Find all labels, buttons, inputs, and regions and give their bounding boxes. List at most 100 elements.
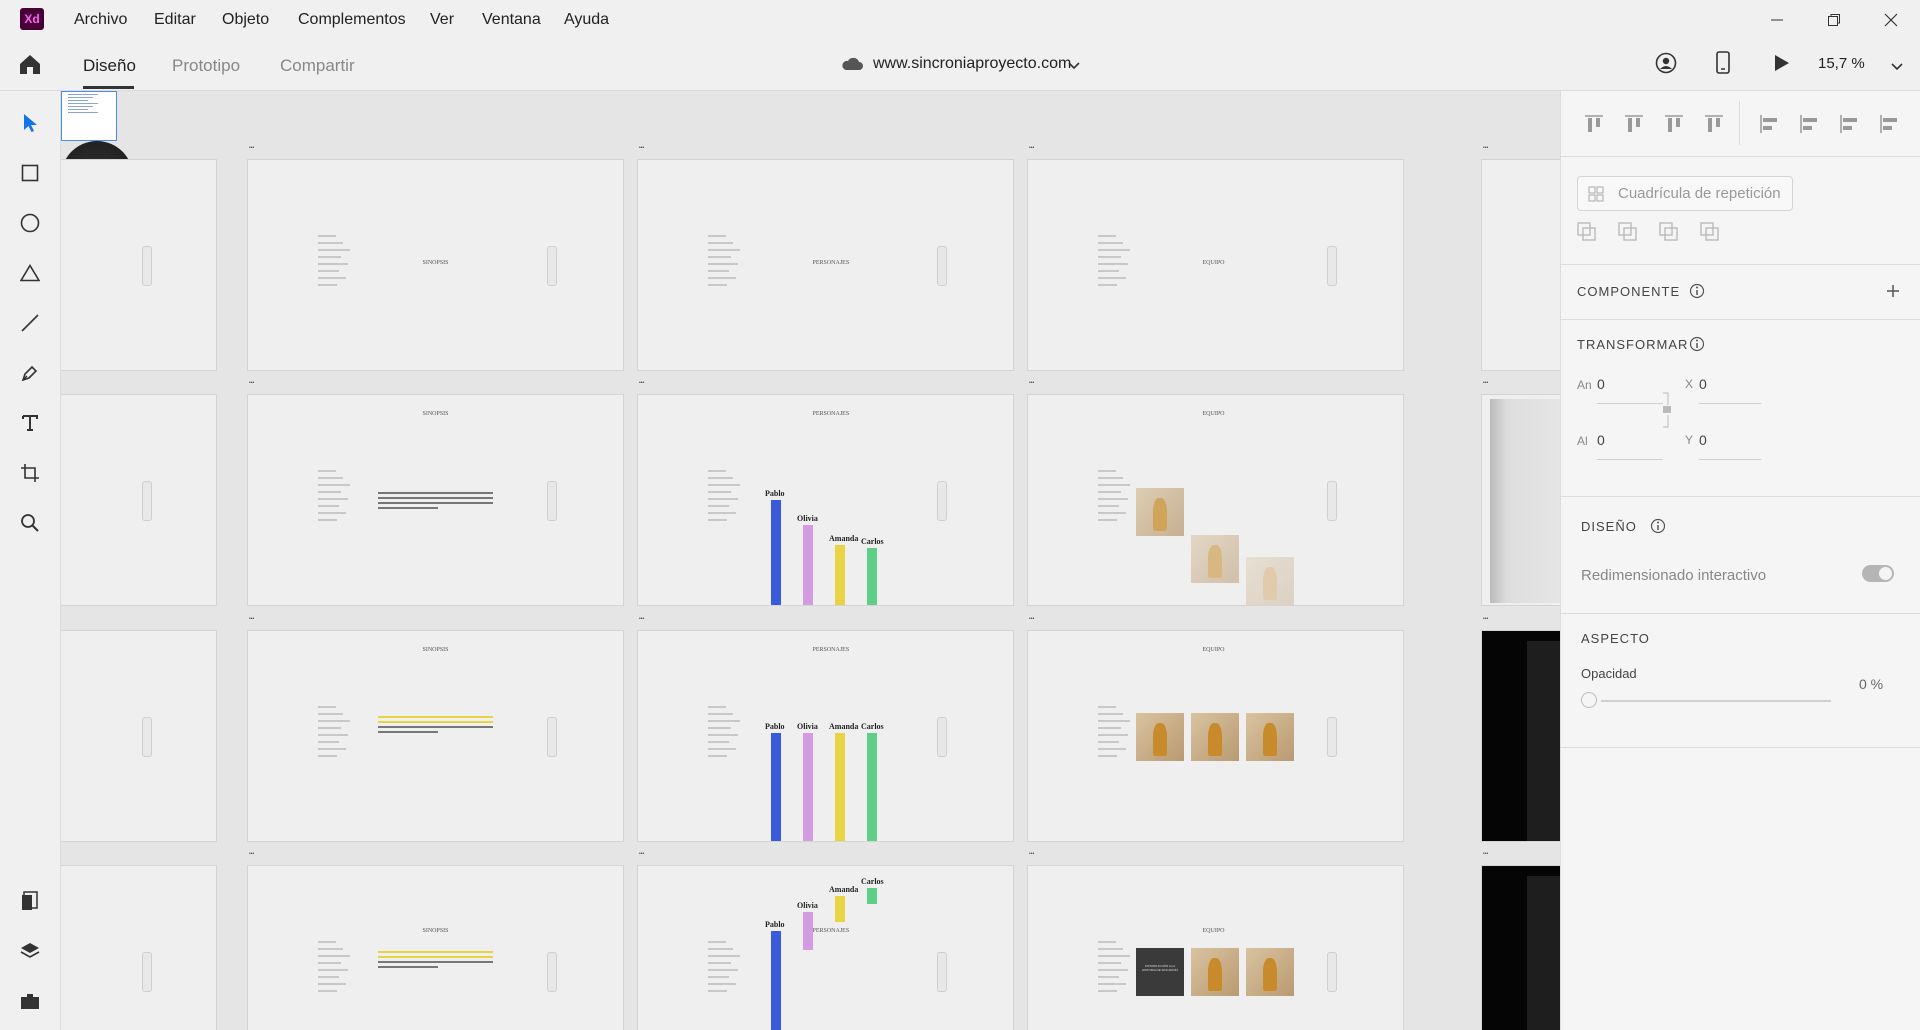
artboard-menu-dots[interactable]: ••• — [639, 851, 644, 857]
artboard-menu-dots[interactable]: ••• — [639, 380, 644, 386]
artboard[interactable] — [1481, 159, 1560, 371]
zoom-chevron-icon[interactable] — [1891, 59, 1903, 77]
artboard[interactable]: PERSONAJES — [637, 159, 1014, 371]
intersect-icon[interactable] — [1659, 222, 1679, 242]
menu-ayuda[interactable]: Ayuda — [564, 0, 609, 40]
opacity-slider[interactable] — [1601, 700, 1831, 702]
artboard[interactable]: PERSONAJES Pablo Olivia Amanda Carlos — [637, 865, 1014, 1030]
artboard[interactable]: SINOPSIS — [247, 394, 624, 606]
info-icon[interactable] — [1689, 336, 1705, 352]
artboard[interactable]: EQUIPO — [1027, 159, 1404, 371]
align-right-icon[interactable] — [1838, 113, 1860, 135]
chart-bar-label: Pablo — [765, 722, 785, 731]
select-icon[interactable] — [14, 107, 46, 139]
artboard-menu-dots[interactable]: ••• — [249, 616, 254, 622]
info-icon[interactable] — [1689, 283, 1705, 299]
layers-icon[interactable] — [14, 935, 46, 967]
align-bottom-icon[interactable] — [1663, 113, 1685, 135]
artboard[interactable] — [61, 159, 217, 371]
distribute-horizontal-icon[interactable] — [1878, 113, 1900, 135]
assets-icon[interactable] — [14, 885, 46, 917]
menu-ver[interactable]: Ver — [430, 0, 454, 40]
rectangle-icon[interactable] — [14, 157, 46, 189]
polygon-icon[interactable] — [14, 257, 46, 289]
tab-compartir[interactable]: Compartir — [280, 56, 355, 76]
menu-editar[interactable]: Editar — [154, 0, 196, 40]
artboard[interactable] — [1481, 865, 1560, 1030]
artboard[interactable] — [1481, 630, 1560, 842]
lock-aspect-icon[interactable] — [1661, 391, 1673, 429]
artboard[interactable] — [61, 865, 217, 1030]
info-icon[interactable] — [1650, 518, 1666, 534]
chevron-down-icon[interactable] — [1068, 58, 1080, 76]
artboard-menu-dots[interactable]: ••• — [249, 145, 254, 151]
artboard[interactable]: PERSONAJES Pablo Olivia Amanda Carlos — [637, 630, 1014, 842]
align-middle-icon[interactable] — [1623, 113, 1645, 135]
subtract-icon[interactable] — [1618, 222, 1638, 242]
line-icon[interactable] — [14, 307, 46, 339]
artboard[interactable]: PERSONAJES Pablo Olivia Amanda Carlos — [637, 394, 1014, 606]
add-icon[interactable] — [1577, 222, 1597, 242]
artboard[interactable] — [1481, 394, 1560, 606]
plugins-icon[interactable] — [14, 985, 46, 1017]
height-field[interactable]: 0 — [1597, 432, 1605, 448]
menu-objeto[interactable]: Objeto — [222, 0, 269, 40]
artboard-menu-dots[interactable]: ••• — [1483, 145, 1488, 151]
artboard-menu-dots[interactable]: ••• — [1029, 616, 1034, 622]
artboard[interactable]: EQUIPO INTRODUCCIÓN A LA HISTORIA DE SINC… — [1027, 865, 1404, 1030]
align-top-icon[interactable] — [1583, 113, 1605, 135]
artboard-menu-dots[interactable]: ••• — [1029, 145, 1034, 151]
minimize-button[interactable] — [1749, 0, 1805, 40]
ellipse-icon[interactable] — [14, 207, 46, 239]
artboard-menu-dots[interactable]: ••• — [1483, 616, 1488, 622]
artboard-menu-dots[interactable]: ••• — [639, 616, 644, 622]
height-label: Al — [1577, 434, 1588, 448]
design-canvas[interactable]: SINOPSIS ••• PERSONAJES ••• EQUIPO ••• ••• SINO… — [61, 91, 1560, 1030]
zoom-level[interactable]: 15,7 % — [1818, 55, 1865, 72]
text-icon[interactable] — [14, 407, 46, 439]
artboard[interactable]: SINOPSIS — [247, 159, 624, 371]
artboard[interactable] — [61, 394, 217, 606]
width-field[interactable]: 0 — [1597, 376, 1605, 392]
restore-button[interactable] — [1806, 0, 1862, 40]
selected-text-box[interactable] — [61, 91, 117, 141]
menu-archivo[interactable]: Archivo — [74, 0, 127, 40]
document-title[interactable]: www.sincroniaproyecto.com — [873, 55, 1071, 73]
opacity-slider-handle[interactable] — [1581, 692, 1597, 708]
distribute-vertical-icon[interactable] — [1703, 113, 1725, 135]
play-icon[interactable] — [1774, 54, 1790, 77]
zoom-icon[interactable] — [14, 507, 46, 539]
y-field[interactable]: 0 — [1699, 432, 1707, 448]
artboard-menu-dots[interactable]: ••• — [1483, 380, 1488, 386]
artboard-menu-dots[interactable]: ••• — [1029, 380, 1034, 386]
responsive-resize-toggle[interactable] — [1862, 565, 1894, 582]
artboard[interactable]: EQUIPO — [1027, 394, 1404, 606]
artboard-menu-dots[interactable]: ••• — [1029, 851, 1034, 857]
artboard-icon[interactable] — [14, 457, 46, 489]
menu-complementos[interactable]: Complementos — [298, 0, 406, 40]
x-field[interactable]: 0 — [1699, 376, 1707, 392]
artboard-menu-dots[interactable]: ••• — [249, 380, 254, 386]
repeat-grid-button[interactable]: Cuadrícula de repetición — [1577, 176, 1793, 211]
add-component-icon[interactable] — [1886, 284, 1900, 298]
artboard-menu-dots[interactable]: ••• — [249, 851, 254, 857]
exclude-icon[interactable] — [1700, 222, 1720, 242]
artboard[interactable] — [61, 630, 217, 842]
artboard-menu-dots[interactable]: ••• — [1483, 851, 1488, 857]
close-button[interactable] — [1863, 0, 1919, 40]
align-center-icon[interactable] — [1798, 113, 1820, 135]
artboard[interactable]: SINOPSIS — [247, 630, 624, 842]
mobile-preview-icon[interactable] — [1716, 51, 1730, 80]
menu-ventana[interactable]: Ventana — [482, 0, 541, 40]
home-icon[interactable] — [18, 53, 42, 80]
tab-diseno[interactable]: Diseño — [83, 56, 136, 76]
tab-prototipo[interactable]: Prototipo — [172, 56, 240, 76]
artboard[interactable]: EQUIPO — [1027, 630, 1404, 842]
align-left-icon[interactable] — [1758, 113, 1780, 135]
artboard[interactable]: SINOPSIS — [247, 865, 624, 1030]
opacity-value[interactable]: 0 % — [1859, 676, 1883, 692]
artboard-menu-dots[interactable]: ••• — [639, 145, 644, 151]
pen-icon[interactable] — [14, 357, 46, 389]
user-icon[interactable] — [1655, 52, 1677, 79]
artboard-nav-menu — [1098, 706, 1138, 762]
